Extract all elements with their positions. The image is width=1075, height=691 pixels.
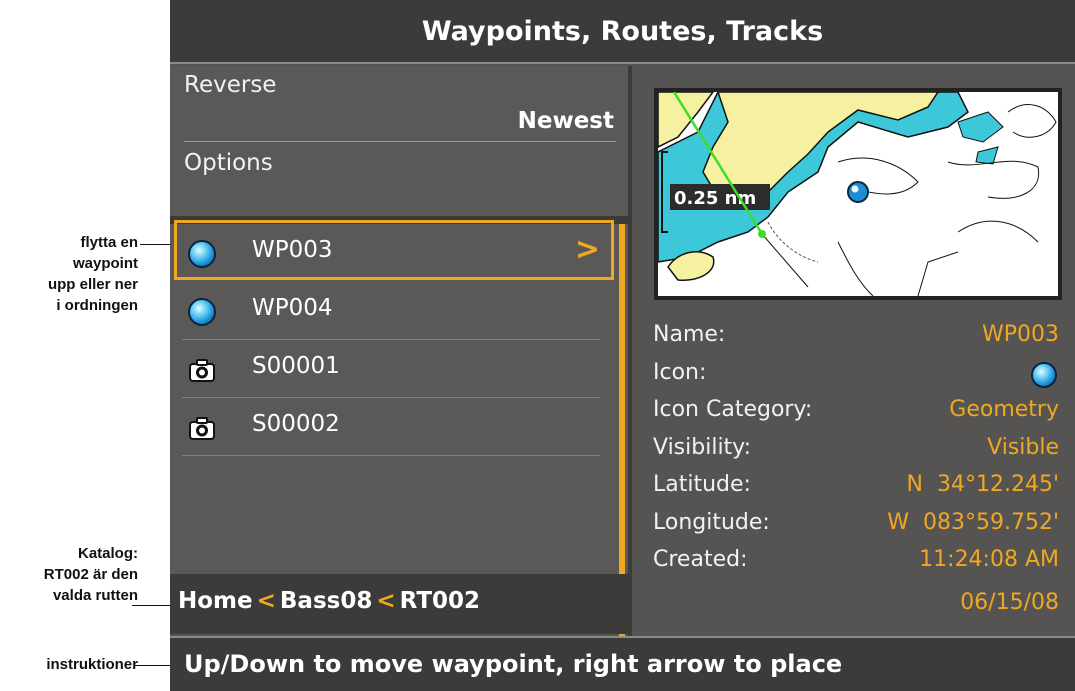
detail-icon-category: Icon Category: Geometry (653, 397, 1059, 435)
list-item-label: S00002 (252, 411, 340, 437)
waypoint-details: Name: WP003 Icon: Icon Category: Geometr… (653, 322, 1059, 585)
annotation-line-1: instruktioner (46, 656, 138, 673)
instruction-text: Up/Down to move waypoint, right arrow to… (184, 650, 843, 678)
annotation-line-4: i ordningen (56, 297, 138, 314)
waypoint-list: WP003 > WP004 S00001 S00002 (170, 220, 622, 456)
detail-latitude: Latitude: N 34°12.245' (653, 472, 1059, 510)
page-title: Waypoints, Routes, Tracks (170, 0, 1075, 64)
detail-label: Latitude: (653, 472, 751, 497)
detail-label: Longitude: (653, 509, 770, 535)
annotation-catalog: Katalog: RT002 är den valda rutten (44, 543, 138, 606)
breadcrumb-trail: Home < Bass08 < RT002 (178, 588, 480, 614)
list-item-wp003[interactable]: WP003 > (170, 220, 622, 282)
panel-divider (628, 66, 632, 691)
annotation-line-1: Katalog: (78, 545, 138, 562)
list-item-s00002[interactable]: S00002 (170, 398, 622, 456)
detail-label: Icon Category: (653, 397, 813, 422)
instruction-bar: Up/Down to move waypoint, right arrow to… (170, 636, 1075, 691)
detail-label: Created: (653, 547, 748, 572)
annotation-move: flytta en waypoint upp eller ner i ordni… (48, 232, 138, 316)
selection-highlight (174, 220, 614, 280)
detail-label: Name: (653, 322, 726, 347)
detail-icon: Icon: (653, 360, 1059, 398)
detail-visibility: Visibility: Visible (653, 435, 1059, 473)
list-panel: Reverse Newest Options WP003 > WP004 S00… (170, 66, 628, 638)
map-preview[interactable]: 0.25 nm (654, 88, 1062, 300)
detail-value: Geometry (949, 397, 1059, 422)
waypoint-ball-icon (188, 240, 216, 268)
detail-value: Visible (987, 434, 1059, 460)
chevron-left-icon: < (256, 588, 276, 614)
divider (184, 141, 616, 142)
chevron-right-icon[interactable]: > (575, 232, 600, 267)
annotation-catalog-pointer (132, 605, 175, 606)
detail-created-date: 06/15/08 (960, 590, 1059, 615)
list-item-label: WP003 (252, 237, 333, 263)
options-menu-item[interactable]: Options (184, 150, 273, 176)
detail-longitude: Longitude: W 083°59.752' (653, 510, 1059, 548)
annotation-line-2: RT002 är den (43, 566, 138, 583)
detail-value: W 083°59.752' (887, 509, 1059, 535)
waypoint-ball-icon (188, 298, 216, 326)
detail-label: Visibility: (653, 434, 752, 460)
breadcrumb: Home < Bass08 < RT002 (170, 574, 628, 634)
annotation-line-3: upp eller ner (47, 276, 138, 293)
detail-value: N 34°12.245' (906, 472, 1059, 497)
device-screen: Waypoints, Routes, Tracks Reverse Newest… (170, 0, 1075, 691)
waypoint-ball-icon (1031, 361, 1057, 388)
divider (182, 455, 600, 456)
detail-value: 11:24:08 AM (919, 547, 1059, 572)
annotation-line-3: valda rutten (52, 587, 138, 604)
breadcrumb-item-rt002[interactable]: RT002 (400, 588, 480, 614)
annotation-instructions-pointer (134, 665, 175, 666)
route-point-icon (758, 230, 766, 238)
list-item-label: S00001 (252, 353, 340, 379)
sort-value[interactable]: Newest (518, 108, 614, 134)
detail-label: Icon: (653, 359, 707, 385)
annotation-instructions: instruktioner (46, 654, 138, 675)
detail-name: Name: WP003 (653, 322, 1059, 360)
breadcrumb-item-bass08[interactable]: Bass08 (280, 588, 372, 614)
list-item-s00001[interactable]: S00001 (170, 340, 622, 398)
list-item-wp004[interactable]: WP004 (170, 282, 622, 340)
camera-icon (189, 359, 215, 382)
detail-created: Created: 11:24:08 AM (653, 547, 1059, 585)
chart-map: 0.25 nm (658, 92, 1058, 296)
waypoint-marker-icon (847, 181, 869, 203)
chevron-left-icon: < (376, 588, 396, 614)
sort-label[interactable]: Reverse (184, 72, 276, 98)
annotation-line-2: waypoint (72, 255, 138, 272)
list-item-label: WP004 (252, 295, 333, 321)
annotation-line-1: flytta en (80, 234, 138, 251)
detail-value: WP003 (981, 322, 1059, 347)
breadcrumb-item-home[interactable]: Home (178, 588, 253, 614)
camera-icon (189, 417, 215, 440)
